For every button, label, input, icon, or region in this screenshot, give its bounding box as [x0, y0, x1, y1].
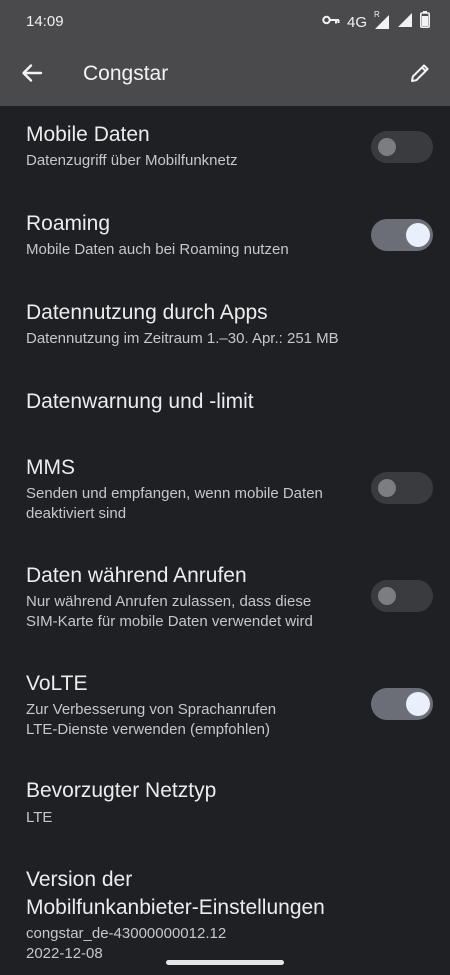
toggle-knob [378, 479, 396, 497]
setting-summary-line-1: congstar_de-43000000012.12 [26, 925, 227, 942]
setting-summary-line-2: deaktiviert sind [26, 505, 127, 522]
setting-title: Datennutzung durch Apps [26, 301, 268, 324]
setting-mobile-data[interactable]: Mobile Daten Datenzugriff über Mobilfunk… [0, 108, 450, 196]
mobile-data-toggle[interactable] [371, 131, 433, 163]
toggle-knob [378, 587, 396, 605]
toggle-knob [406, 223, 430, 247]
setting-title: Bevorzugter Netztyp [26, 779, 217, 802]
toggle-knob [406, 692, 430, 716]
mms-toggle[interactable] [371, 472, 433, 504]
setting-mms[interactable]: MMS Senden und empfangen, wenn mobile Da… [0, 444, 450, 552]
setting-title-line-2: Mobilfunkanbieter-Einstellungen [26, 896, 325, 919]
battery-icon [420, 11, 430, 33]
setting-summary-line-2: 2022-12-08 [26, 945, 103, 962]
setting-title: MMS [26, 456, 75, 479]
roaming-mark: R [374, 10, 380, 19]
setting-preferred-network-type[interactable]: Bevorzugter Netztyp LTE [0, 768, 450, 856]
setting-title: Mobile Daten [26, 123, 150, 146]
status-icons: 4G R [322, 10, 430, 33]
data-during-calls-toggle[interactable] [371, 580, 433, 612]
arrow-back-icon [21, 62, 43, 89]
setting-summary-line-1: Senden und empfangen, wenn mobile Daten [26, 485, 323, 502]
setting-title: Daten während Anrufen [26, 564, 247, 587]
setting-title: Roaming [26, 212, 111, 235]
gesture-navigation-bar[interactable] [166, 960, 284, 965]
setting-title: VoLTE [26, 672, 88, 695]
setting-summary: Mobile Daten auch bei Roaming nutzen [26, 241, 289, 258]
volte-toggle[interactable] [371, 688, 433, 720]
page-title: Congstar [83, 62, 169, 85]
status-time: 14:09 [26, 13, 64, 30]
setting-data-warning-limit[interactable]: Datenwarnung und -limit [0, 374, 450, 444]
signal-icon [397, 12, 413, 33]
app-bar: Congstar [0, 44, 450, 106]
setting-summary-line-1: Nur während Anrufen zulassen, dass diese [26, 593, 312, 610]
setting-summary-line-1: Zur Verbesserung von Sprachanrufen [26, 701, 277, 718]
key-icon [322, 13, 340, 31]
setting-title-line-1: Version der [26, 868, 133, 891]
setting-data-during-calls[interactable]: Daten während Anrufen Nur während Anrufe… [0, 552, 450, 660]
back-button[interactable] [16, 59, 48, 91]
pencil-icon [409, 62, 431, 89]
setting-summary-line-2: LTE-Dienste verwenden (empfohlen) [26, 721, 271, 738]
status-bar: 14:09 4G R [0, 0, 450, 44]
setting-roaming[interactable]: Roaming Mobile Daten auch bei Roaming nu… [0, 196, 450, 286]
setting-summary: Datennutzung im Zeitraum 1.–30. Apr.: 25… [26, 330, 339, 347]
setting-app-data-usage[interactable]: Datennutzung durch Apps Datennutzung im … [0, 286, 450, 374]
network-type: 4G [346, 13, 367, 31]
setting-summary: Datenzugriff über Mobilfunknetz [26, 152, 238, 169]
edit-button[interactable] [404, 59, 436, 91]
setting-title: Datenwarnung und -limit [26, 390, 254, 413]
setting-volte[interactable]: VoLTE Zur Verbesserung von Sprachanrufen… [0, 660, 450, 768]
setting-summary: LTE [26, 809, 53, 826]
setting-summary-line-2: SIM-Karte für mobile Daten verwendet wir… [26, 613, 313, 630]
setting-carrier-settings-version[interactable]: Version der Mobilfunkanbieter-Einstellun… [0, 856, 450, 975]
roaming-signal-icon: R [374, 10, 390, 30]
roaming-toggle[interactable] [371, 219, 433, 251]
toggle-knob [378, 138, 396, 156]
